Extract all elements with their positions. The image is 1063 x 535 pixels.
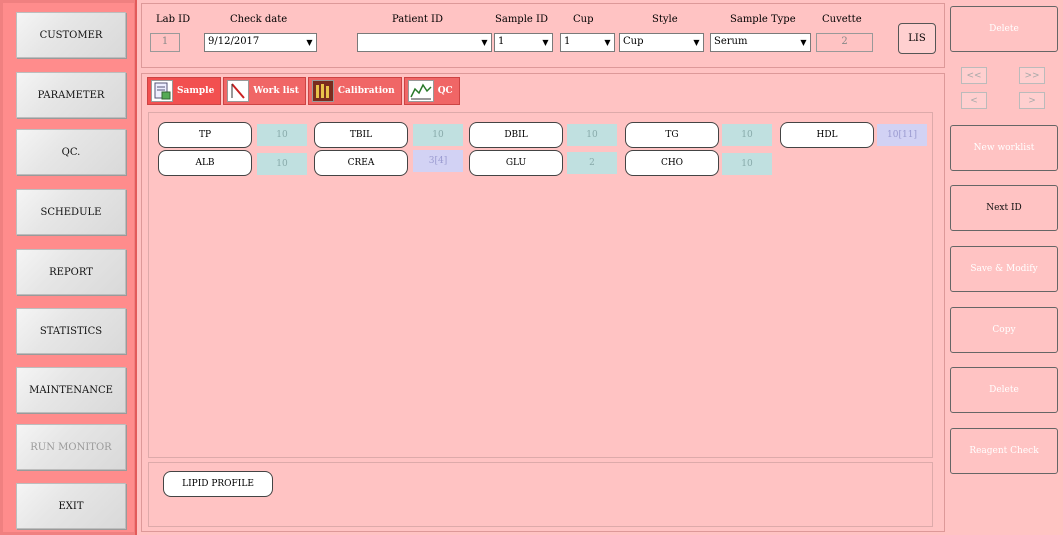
- cup-label: Cup: [573, 14, 594, 25]
- copy-button[interactable]: Copy: [950, 307, 1058, 353]
- tab-work-list-label: Work list: [253, 86, 299, 96]
- tab-bar: Sample Work list Calibration QC: [147, 77, 462, 105]
- left-nav: CUSTOMER PARAMETER QC. SCHEDULE REPORT S…: [0, 0, 137, 535]
- sample-header: Lab ID 1 Check date 9/12/2017 ▼ Patient …: [141, 3, 945, 68]
- test-alb-button[interactable]: ALB: [158, 150, 252, 176]
- test-tg-value: 10: [722, 124, 772, 146]
- check-date-value: 9/12/2017: [208, 36, 260, 47]
- nav-run-monitor-button[interactable]: RUN MONITOR: [16, 424, 126, 470]
- page-prev-button[interactable]: <: [961, 92, 987, 109]
- lis-button[interactable]: LIS: [898, 23, 936, 54]
- nav-exit-button[interactable]: EXIT: [16, 483, 126, 529]
- cuvette-field: 2: [816, 33, 873, 52]
- sample-type-value: Serum: [714, 36, 748, 47]
- test-glu-button[interactable]: GLU: [469, 150, 563, 176]
- new-worklist-button[interactable]: New worklist: [950, 125, 1058, 171]
- left-nav-inner: CUSTOMER PARAMETER QC. SCHEDULE REPORT S…: [3, 3, 134, 532]
- style-value: Cup: [623, 36, 644, 47]
- test-cho-button[interactable]: CHO: [625, 150, 719, 176]
- patient-id-field[interactable]: ▼: [357, 33, 492, 52]
- lab-id-field: 1: [150, 33, 180, 52]
- nav-report-button[interactable]: REPORT: [16, 249, 126, 295]
- tab-calibration-label: Calibration: [337, 86, 395, 96]
- page-first-button[interactable]: <<: [961, 67, 987, 84]
- test-tg-button[interactable]: TG: [625, 122, 719, 148]
- chevron-down-icon[interactable]: ▼: [691, 36, 702, 49]
- chevron-down-icon[interactable]: ▼: [479, 36, 490, 49]
- page-last-button[interactable]: >>: [1019, 67, 1045, 84]
- check-date-label: Check date: [230, 14, 288, 25]
- sample-type-field[interactable]: Serum ▼: [710, 33, 811, 52]
- sample-sheet-icon: [151, 80, 173, 102]
- cuvette-label: Cuvette: [822, 14, 862, 25]
- nav-schedule-button[interactable]: SCHEDULE: [16, 189, 126, 235]
- test-dbil-value: 10: [567, 124, 617, 146]
- calibration-icon: [311, 80, 334, 102]
- pager: << >> < >: [950, 62, 1058, 112]
- chevron-down-icon[interactable]: ▼: [304, 36, 315, 49]
- delete-top-button[interactable]: Delete: [950, 6, 1058, 52]
- test-grid: TP 10 TBIL 10 DBIL 10 TG 10 HDL 10[11] A…: [148, 112, 933, 458]
- page-next-button[interactable]: >: [1019, 92, 1045, 109]
- cup-value: 1: [564, 36, 571, 47]
- sample-id-label: Sample ID: [495, 14, 548, 25]
- test-glu-value: 2: [567, 152, 617, 174]
- test-tbil-value: 10: [413, 124, 463, 146]
- style-label: Style: [652, 14, 678, 25]
- nav-customer-button[interactable]: CUSTOMER: [16, 12, 126, 58]
- test-alb-value: 10: [257, 153, 307, 175]
- tab-sample[interactable]: Sample: [147, 77, 222, 105]
- reagent-check-button[interactable]: Reagent Check: [950, 428, 1058, 474]
- test-crea-value: 3[4]: [413, 150, 463, 172]
- chevron-down-icon[interactable]: ▼: [602, 36, 613, 49]
- chevron-down-icon[interactable]: ▼: [798, 36, 809, 49]
- nav-statistics-button[interactable]: STATISTICS: [16, 308, 126, 354]
- check-date-field[interactable]: 9/12/2017 ▼: [204, 33, 317, 52]
- tab-work-list[interactable]: Work list: [223, 77, 306, 105]
- delete-button[interactable]: Delete: [950, 367, 1058, 413]
- lipid-profile-button[interactable]: LIPID PROFILE: [163, 471, 273, 497]
- save-modify-button[interactable]: Save & Modify: [950, 246, 1058, 292]
- sample-id-value: 1: [498, 36, 505, 47]
- test-hdl-button[interactable]: HDL: [780, 122, 874, 148]
- sample-type-label: Sample Type: [730, 14, 796, 25]
- tab-qc-label: QC: [437, 86, 453, 96]
- test-hdl-value: 10[11]: [877, 124, 927, 146]
- chevron-down-icon[interactable]: ▼: [540, 36, 551, 49]
- test-crea-button[interactable]: CREA: [314, 150, 408, 176]
- tab-calibration[interactable]: Calibration: [307, 77, 402, 105]
- test-tbil-button[interactable]: TBIL: [314, 122, 408, 148]
- next-id-button[interactable]: Next ID: [950, 185, 1058, 231]
- patient-id-label: Patient ID: [392, 14, 443, 25]
- tab-qc[interactable]: QC: [403, 77, 460, 105]
- test-tp-button[interactable]: TP: [158, 122, 252, 148]
- profile-panel: LIPID PROFILE: [148, 462, 933, 527]
- nav-parameter-button[interactable]: PARAMETER: [16, 72, 126, 118]
- tab-sample-label: Sample: [177, 86, 215, 96]
- main-panel: Sample Work list Calibration QC TP 10 TB…: [141, 73, 945, 532]
- test-cho-value: 10: [722, 153, 772, 175]
- qc-chart-icon: [407, 80, 434, 102]
- cup-field[interactable]: 1 ▼: [560, 33, 615, 52]
- test-tp-value: 10: [257, 124, 307, 146]
- lab-id-label: Lab ID: [156, 14, 191, 25]
- work-list-icon: [227, 80, 250, 102]
- nav-maintenance-button[interactable]: MAINTENANCE: [16, 367, 126, 413]
- nav-qc-button[interactable]: QC.: [16, 129, 126, 175]
- test-dbil-button[interactable]: DBIL: [469, 122, 563, 148]
- sample-id-field[interactable]: 1 ▼: [494, 33, 553, 52]
- style-field[interactable]: Cup ▼: [619, 33, 704, 52]
